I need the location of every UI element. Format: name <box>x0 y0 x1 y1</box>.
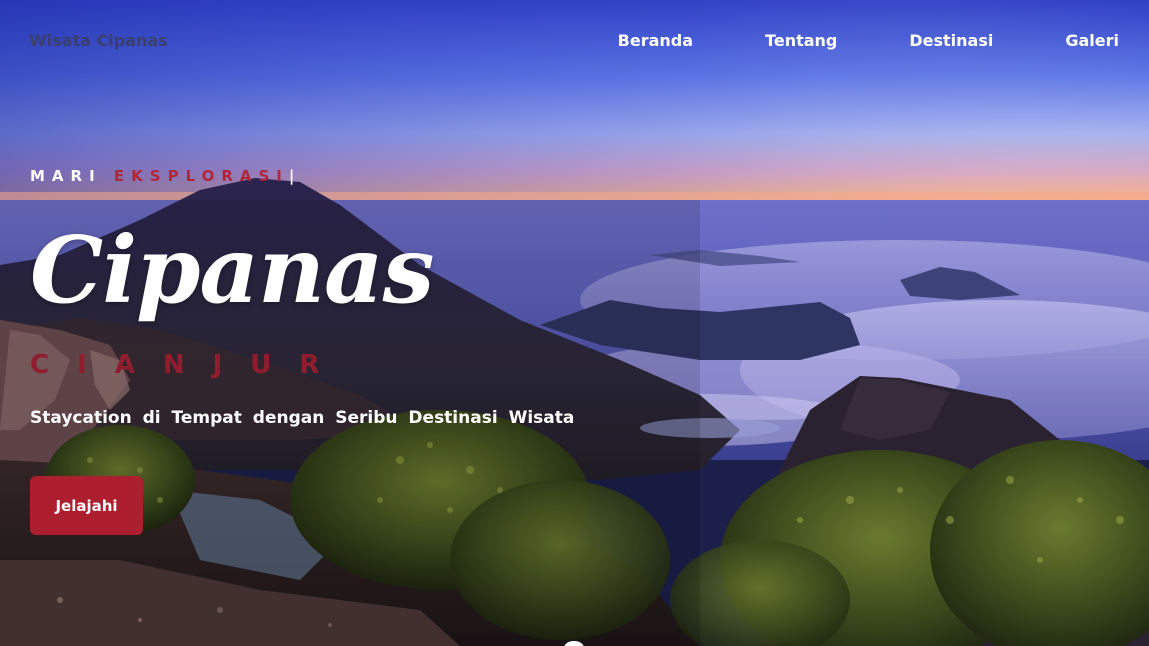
main-nav: Beranda Tentang Destinasi Galeri <box>618 31 1119 50</box>
site-brand[interactable]: Wisata Cipanas <box>29 31 168 50</box>
typing-cursor: | <box>288 167 295 185</box>
nav-link-galeri[interactable]: Galeri <box>1065 31 1119 50</box>
hero-kicker: MARI EKSPLORASI| <box>30 167 294 185</box>
nav-link-tentang[interactable]: Tentang <box>765 31 837 50</box>
explore-button[interactable]: Jelajahi <box>30 476 143 535</box>
hero-tagline: Staycation di Tempat dengan Seribu Desti… <box>30 408 575 428</box>
nav-link-destinasi[interactable]: Destinasi <box>909 31 993 50</box>
hero-kicker-accent: EKSPLORASI <box>113 167 289 185</box>
hero-subtitle: CIANJUR <box>30 350 348 380</box>
hero-kicker-lead: MARI <box>30 167 102 185</box>
nav-link-beranda[interactable]: Beranda <box>618 31 693 50</box>
hero-title: Cipanas <box>30 216 434 324</box>
